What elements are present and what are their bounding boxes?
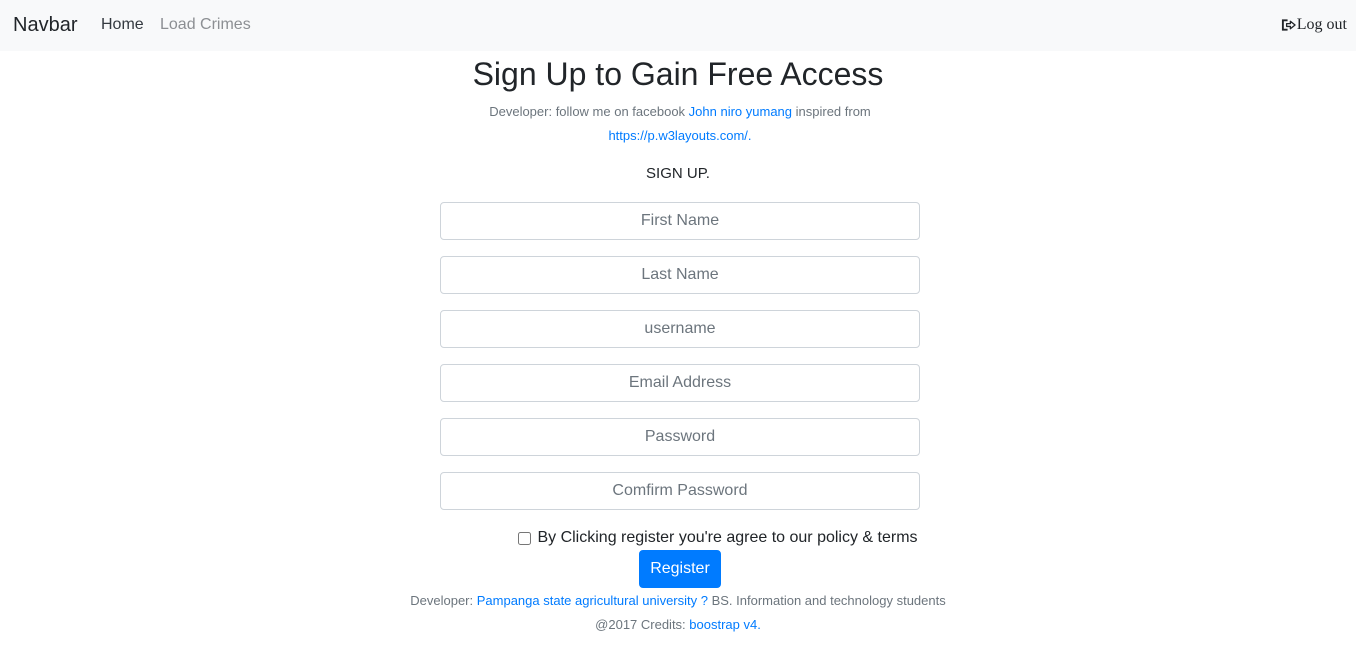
logout-label: Log out: [1296, 16, 1347, 33]
confirm-password-input[interactable]: [440, 472, 920, 510]
navbar: Navbar Home Load Crimes Log out: [0, 0, 1356, 51]
w3layouts-link[interactable]: https://p.w3layouts.com/.: [608, 128, 751, 143]
developer-credit-prefix: Developer: follow me on facebook: [489, 104, 689, 119]
email-input[interactable]: [440, 364, 920, 402]
logout-link[interactable]: Log out: [1281, 15, 1347, 35]
bootstrap-link[interactable]: boostrap v4.: [689, 617, 761, 632]
last-name-input[interactable]: [440, 256, 920, 294]
terms-agreement: By Clicking register you're agree to our…: [0, 528, 1356, 548]
page-title: Sign Up to Gain Free Access: [472, 56, 884, 92]
developer-credit: Developer: follow me on facebook John ni…: [470, 100, 890, 148]
university-link[interactable]: Pampanga state agricultural university ?: [477, 593, 708, 608]
terms-label: By Clicking register you're agree to our…: [537, 529, 918, 546]
signup-heading: SIGN UP.: [646, 165, 710, 182]
footer-developer-prefix: Developer:: [410, 593, 477, 608]
register-button[interactable]: Register: [639, 550, 721, 588]
developer-credit-middle: inspired from: [792, 104, 871, 119]
sign-out-icon: [1281, 19, 1296, 31]
footer-credits: @2017 Credits: boostrap v4.: [0, 615, 1356, 635]
developer-facebook-link[interactable]: John niro yumang: [689, 104, 792, 119]
first-name-input[interactable]: [440, 202, 920, 240]
footer-developer: Developer: Pampanga state agricultural u…: [0, 591, 1356, 611]
terms-checkbox[interactable]: [518, 531, 532, 545]
nav-home-link[interactable]: Home: [101, 15, 144, 35]
nav-load-crimes-link[interactable]: Load Crimes: [160, 15, 251, 35]
navbar-brand[interactable]: Navbar: [13, 12, 77, 38]
footer-credits-prefix: @2017 Credits:: [595, 617, 690, 632]
password-input[interactable]: [440, 418, 920, 456]
footer-developer-suffix: BS. Information and technology students: [707, 593, 946, 608]
username-input[interactable]: [440, 310, 920, 348]
